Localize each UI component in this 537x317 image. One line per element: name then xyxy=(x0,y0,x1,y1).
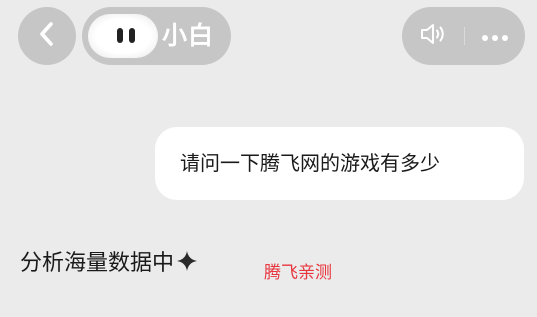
avatar-eye-right xyxy=(129,28,135,43)
user-message-bubble: 请问一下腾飞网的游戏有多少 xyxy=(155,127,524,200)
more-button[interactable] xyxy=(465,7,525,65)
bot-profile[interactable]: 小白 xyxy=(82,7,231,65)
more-dots-icon xyxy=(481,27,509,46)
sparkle-icon xyxy=(176,250,198,272)
bot-status-text: 分析海量数据中 xyxy=(20,251,175,276)
bot-name: 小白 xyxy=(162,21,215,50)
back-button[interactable] xyxy=(18,7,76,65)
speaker-icon xyxy=(419,21,449,51)
speaker-button[interactable] xyxy=(404,7,464,65)
header-actions xyxy=(402,7,525,65)
watermark-text: 腾飞亲测 xyxy=(264,263,332,283)
chevron-left-icon xyxy=(37,20,57,52)
user-message-text: 请问一下腾飞网的游戏有多少 xyxy=(180,151,440,175)
avatar xyxy=(88,14,158,58)
avatar-eye-left xyxy=(117,28,123,43)
bot-status-message: 分析海量数据中 xyxy=(20,243,198,279)
